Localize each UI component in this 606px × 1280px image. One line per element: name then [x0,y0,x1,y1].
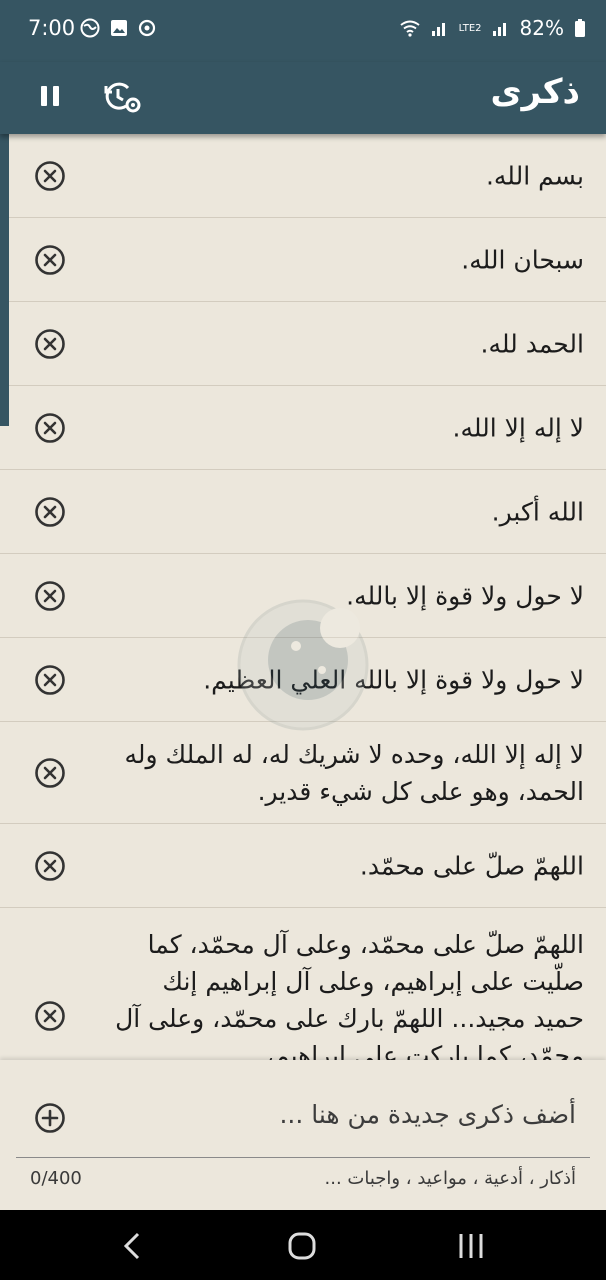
list-item-text: الله أكبر. [491,497,584,526]
delete-item-button[interactable] [34,757,66,789]
list-item-text: بسم الله. [485,161,584,190]
list-item[interactable]: الله أكبر. [0,470,606,554]
list-item-text: اللهمّ صلّ على محمّد. [359,851,584,880]
app-title: ذكرى [490,72,580,112]
delete-item-button[interactable] [34,412,66,444]
close-circle-icon [35,580,65,611]
new-reminder-composer: أضف ذكرى جديدة من هنا ... أذكار ، أدعية … [0,1060,606,1210]
app-bar: ذكرى [0,62,606,134]
delete-item-button[interactable] [34,664,66,696]
signal-strength-icon-2 [492,23,506,36]
nav-recents-button[interactable] [456,1232,486,1260]
delete-item-button[interactable] [34,328,66,360]
list-item-text: سبحان الله. [461,245,584,274]
status-bar: 7:00 LTE2 82% [0,0,606,62]
delete-item-button[interactable] [34,244,66,276]
close-circle-icon [35,757,65,788]
add-reminder-button[interactable] [34,1102,66,1134]
status-time: 7:00 [28,16,76,40]
list-item-text: الحمد لله. [480,329,584,358]
add-circle-icon [35,1103,65,1133]
list-item[interactable]: الحمد لله. [0,302,606,386]
sync-notification-icon [138,19,156,37]
pause-button[interactable] [34,80,66,112]
character-counter: 0/400 [30,1168,82,1189]
close-circle-icon [35,160,65,191]
reminder-settings-button[interactable] [100,76,144,116]
pause-icon [41,86,59,106]
close-circle-icon [35,244,65,275]
new-reminder-input[interactable]: أضف ذكرى جديدة من هنا ... [90,1100,576,1140]
close-circle-icon [35,850,65,881]
list-item[interactable]: لا إله إلا الله، وحده لا شريك له، له الم… [0,722,606,824]
wifi-icon [399,20,420,37]
input-helper-text: أذكار ، أدعية ، مواعيد ، واجبات ... [324,1168,577,1189]
list-item-text: اللهمّ صلّ على محمّد، وعلى آل محمّد، كما… [115,930,584,1060]
list-item-text: لا إله إلا الله. [452,413,584,442]
list-item[interactable]: بسم الله. [0,134,606,218]
home-icon [288,1232,316,1260]
delete-item-button[interactable] [34,850,66,882]
history-settings-icon [104,82,141,113]
back-chevron-icon [123,1232,140,1260]
list-item[interactable]: اللهمّ صلّ على محمّد. [0,824,606,908]
battery-icon [575,19,585,37]
input-underline [16,1157,590,1158]
delete-item-button[interactable] [34,496,66,528]
nav-back-button[interactable] [118,1230,146,1262]
delete-item-button[interactable] [34,160,66,192]
list-item[interactable]: لا إله إلا الله. [0,386,606,470]
list-item-text: لا إله إلا الله، وحده لا شريك له، له الم… [124,739,584,806]
close-circle-icon [35,664,65,695]
image-notification-icon [111,20,127,36]
list-item-text: لا حول ولا قوة إلا بالله. [346,581,584,610]
reminder-list[interactable]: بسم الله. سبحان الله. الحمد لله. لا إله … [0,134,606,1060]
globe-notification-icon [80,18,100,38]
list-item[interactable]: سبحان الله. [0,218,606,302]
list-item[interactable]: لا حول ولا قوة إلا بالله. [0,554,606,638]
system-nav-bar [0,1210,606,1280]
scroll-indicator[interactable] [0,134,9,426]
nav-home-button[interactable] [286,1230,318,1262]
list-item[interactable]: اللهمّ صلّ على محمّد، وعلى آل محمّد، كما… [0,908,606,1060]
delete-item-button[interactable] [34,580,66,612]
close-circle-icon [35,328,65,359]
close-circle-icon [35,496,65,527]
recents-icon [459,1234,483,1258]
close-circle-icon [35,1001,65,1031]
signal-strength-icon [431,23,445,36]
network-type-label: LTE2 [458,22,482,34]
close-circle-icon [35,412,65,443]
battery-percent: 82% [519,16,564,40]
delete-item-button[interactable] [34,1000,66,1032]
list-item-text: لا حول ولا قوة إلا بالله العلي العظيم. [203,665,584,694]
list-item[interactable]: لا حول ولا قوة إلا بالله العلي العظيم. [0,638,606,722]
